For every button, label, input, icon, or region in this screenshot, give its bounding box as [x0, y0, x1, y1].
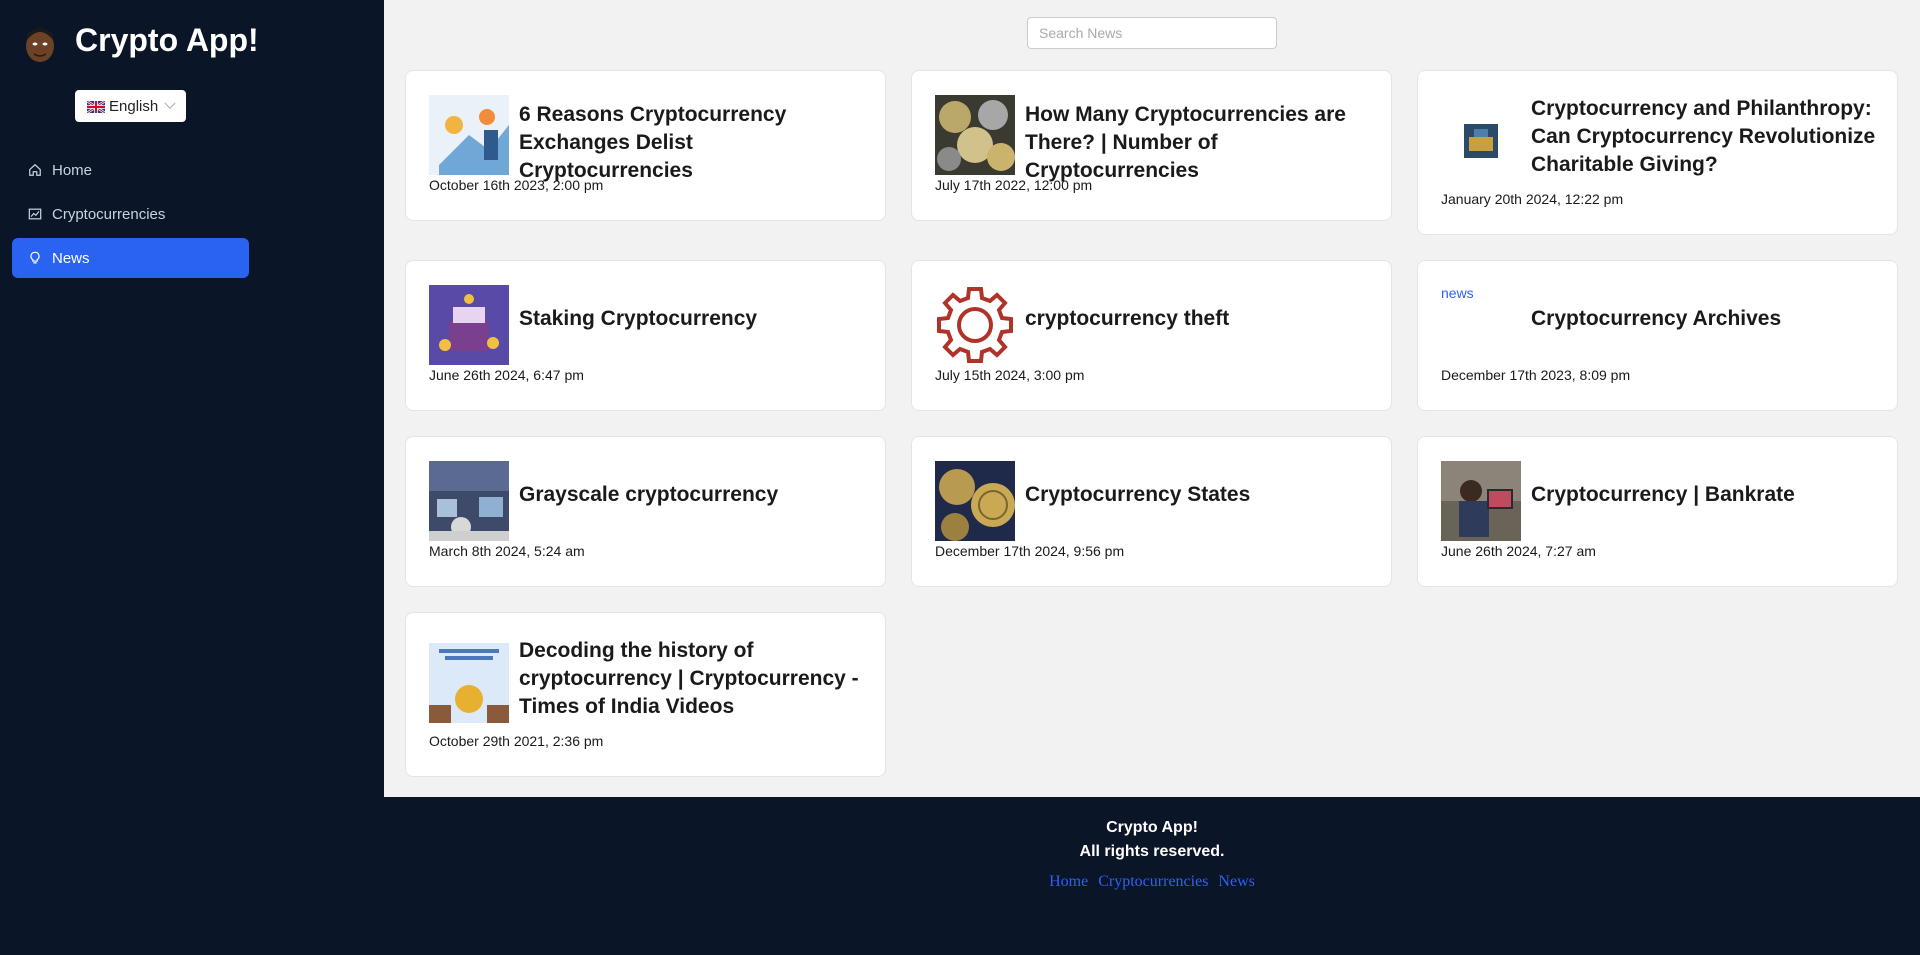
- news-card[interactable]: Cryptocurrency and Philanthropy: Can Cry…: [1417, 70, 1898, 235]
- footer-link-news[interactable]: News: [1218, 873, 1254, 890]
- home-icon: [29, 163, 41, 176]
- news-date: October 16th 2023, 2:00 pm: [429, 177, 604, 193]
- news-date: December 17th 2024, 9:56 pm: [935, 543, 1125, 559]
- news-title[interactable]: Cryptocurrency | Bankrate: [1531, 481, 1877, 509]
- news-thumbnail: [429, 461, 509, 541]
- news-thumbnail: [429, 285, 509, 365]
- sidebar-menu: Home Cryptocurrencies News: [12, 150, 249, 282]
- news-date: March 8th 2024, 5:24 am: [429, 543, 585, 559]
- chart-icon: [28, 208, 42, 220]
- news-thumbnail: [1441, 101, 1521, 181]
- news-broken-image: news: [1441, 285, 1474, 301]
- gear-icon: [937, 287, 1013, 363]
- news-title[interactable]: Grayscale cryptocurrency: [519, 481, 865, 509]
- news-title[interactable]: How Many Cryptocurrencies are There? | N…: [1025, 101, 1371, 185]
- news-thumbnail: [935, 285, 1015, 365]
- news-title[interactable]: Decoding the history of cryptocurrency |…: [519, 637, 865, 721]
- footer-title: Crypto App!: [1106, 819, 1198, 836]
- sidebar: Crypto App! English Home Cryptocurrencie…: [0, 0, 384, 955]
- avatar: [22, 22, 58, 64]
- news-date: July 15th 2024, 3:00 pm: [935, 367, 1085, 383]
- news-thumbnail: [429, 643, 509, 723]
- news-title[interactable]: cryptocurrency theft: [1025, 305, 1371, 333]
- news-date: January 20th 2024, 12:22 pm: [1441, 191, 1624, 207]
- news-card[interactable]: 6 Reasons Cryptocurrency Exchanges Delis…: [405, 70, 886, 221]
- bulb-icon: [30, 251, 40, 264]
- sidebar-item-home[interactable]: Home: [12, 150, 249, 190]
- news-title[interactable]: 6 Reasons Cryptocurrency Exchanges Delis…: [519, 101, 865, 185]
- news-date: October 29th 2021, 2:36 pm: [429, 733, 604, 749]
- news-date: July 17th 2022, 12:00 pm: [935, 177, 1093, 193]
- sidebar-item-label: Home: [52, 161, 93, 179]
- news-title[interactable]: Staking Cryptocurrency: [519, 305, 865, 333]
- main-content: 6 Reasons Cryptocurrency Exchanges Delis…: [384, 0, 1920, 797]
- news-date: June 26th 2024, 6:47 pm: [429, 367, 584, 383]
- news-date: June 26th 2024, 7:27 am: [1441, 543, 1596, 559]
- news-date: December 17th 2023, 8:09 pm: [1441, 367, 1631, 383]
- footer-links: Home Cryptocurrencies News: [384, 873, 1920, 891]
- news-card[interactable]: Staking Cryptocurrency June 26th 2024, 6…: [405, 260, 886, 411]
- footer-link-home[interactable]: Home: [1049, 873, 1088, 890]
- search-input[interactable]: [1027, 17, 1277, 49]
- footer: Crypto App! All rights reserved. Home Cr…: [384, 797, 1920, 955]
- news-card[interactable]: How Many Cryptocurrencies are There? | N…: [911, 70, 1392, 221]
- news-card[interactable]: news Cryptocurrency Archives December 17…: [1417, 260, 1898, 411]
- news-thumbnail: [935, 95, 1015, 175]
- footer-rights: All rights reserved.: [1079, 843, 1225, 860]
- sidebar-item-label: Cryptocurrencies: [52, 205, 166, 223]
- chevron-down-icon: [164, 97, 176, 109]
- news-title[interactable]: Cryptocurrency States: [1025, 481, 1371, 509]
- sidebar-item-news[interactable]: News: [12, 238, 249, 278]
- language-label: English: [109, 97, 159, 115]
- news-card[interactable]: Cryptocurrency | Bankrate June 26th 2024…: [1417, 436, 1898, 587]
- language-select[interactable]: English: [75, 90, 186, 122]
- brand: Crypto App!: [22, 22, 259, 64]
- news-thumbnail: [1441, 461, 1521, 541]
- footer-link-cryptocurrencies[interactable]: Cryptocurrencies: [1098, 873, 1208, 890]
- news-card[interactable]: Grayscale cryptocurrency March 8th 2024,…: [405, 436, 886, 587]
- news-thumbnail: [429, 95, 509, 175]
- sidebar-item-cryptocurrencies[interactable]: Cryptocurrencies: [12, 194, 249, 234]
- app-title: Crypto App!: [75, 22, 259, 58]
- news-card[interactable]: Cryptocurrency States December 17th 2024…: [911, 436, 1392, 587]
- news-title[interactable]: Cryptocurrency and Philanthropy: Can Cry…: [1531, 95, 1877, 179]
- news-thumbnail: [935, 461, 1015, 541]
- news-title[interactable]: Cryptocurrency Archives: [1531, 305, 1877, 333]
- news-card[interactable]: Decoding the history of cryptocurrency |…: [405, 612, 886, 777]
- uk-flag-icon: [86, 100, 106, 114]
- sidebar-item-label: News: [52, 249, 90, 267]
- news-card[interactable]: cryptocurrency theft July 15th 2024, 3:0…: [911, 260, 1392, 411]
